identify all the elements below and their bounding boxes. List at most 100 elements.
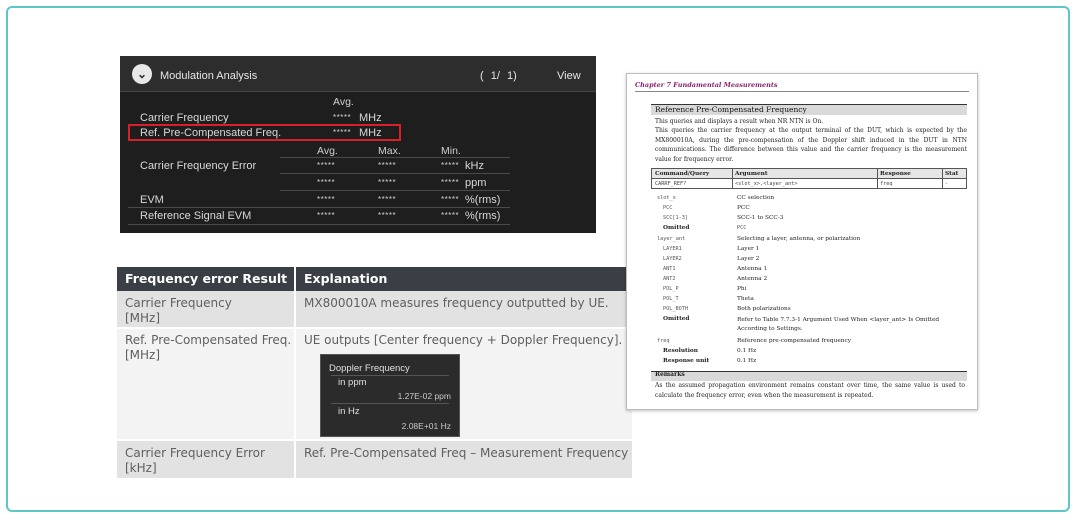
cmd-cell: <slot_x>,<layer_ant> bbox=[735, 181, 798, 187]
param-name: ANT2 bbox=[663, 276, 676, 282]
row-max-value: ***** bbox=[378, 161, 397, 170]
param-desc: Antenna 1 bbox=[737, 266, 768, 272]
table-row-explanation: MX800010A measures frequency outputted b… bbox=[304, 296, 609, 310]
carrier-frequency-value: ***** bbox=[333, 113, 352, 122]
param-name: LAYER2 bbox=[663, 256, 682, 262]
row-min-value: ***** bbox=[441, 195, 460, 204]
page-current: 1/ bbox=[490, 70, 500, 82]
view-button[interactable]: View bbox=[557, 70, 581, 82]
cmd-header: Argument bbox=[732, 169, 877, 179]
ref-precomp-label: Ref. Pre-Compensated Freq. bbox=[140, 127, 282, 139]
divider bbox=[635, 91, 969, 92]
row-min-value: ***** bbox=[441, 211, 460, 220]
table-row-explanation: Ref. Pre-Compensated Freq – Measurement … bbox=[304, 446, 629, 460]
row-max-value: ***** bbox=[378, 195, 397, 204]
param-desc: Selecting a layer, antenna, or polarizat… bbox=[737, 236, 861, 242]
param-name: Response unit bbox=[663, 358, 710, 364]
param-desc: Layer 1 bbox=[737, 246, 760, 252]
row-avg-value: ***** bbox=[317, 195, 336, 204]
row-unit: %(rms) bbox=[465, 210, 501, 222]
cmd-cell: - bbox=[945, 181, 949, 187]
column-divider bbox=[294, 267, 296, 478]
row-divider bbox=[117, 439, 632, 441]
divider bbox=[280, 173, 510, 174]
param-desc: Both polarizations bbox=[737, 306, 791, 312]
paragraph: This queries the carrier frequency at th… bbox=[655, 127, 967, 164]
param-name: LAYER1 bbox=[663, 246, 682, 252]
command-table: Command/Query Argument Response Stat CAR… bbox=[651, 168, 967, 189]
max-col-header: Max. bbox=[378, 145, 401, 157]
remarks-title: Remarks bbox=[655, 371, 685, 378]
param-desc: CC selection bbox=[737, 195, 775, 201]
carrier-frequency-label: Carrier Frequency bbox=[140, 112, 229, 124]
row-unit: ppm bbox=[465, 177, 487, 189]
divider bbox=[280, 157, 510, 158]
param-name: SCC[1-3] bbox=[663, 215, 688, 221]
section-title: Reference Pre-Compensated Frequency bbox=[655, 105, 807, 114]
row-avg-value: ***** bbox=[317, 161, 336, 170]
page-indicator: ( 1/ 1) bbox=[480, 70, 517, 82]
divider bbox=[280, 190, 510, 191]
panel-title: Modulation Analysis bbox=[160, 70, 258, 82]
table-row-result: Ref. Pre-Compensated Freq. [MHz] bbox=[125, 333, 292, 362]
min-col-header: Min. bbox=[441, 145, 461, 157]
param-name: slot_x bbox=[657, 195, 676, 201]
divider bbox=[877, 169, 878, 188]
param-desc: Reference pre-compensated frequency bbox=[737, 338, 852, 344]
param-desc: SCC-1 to SCC-3 bbox=[737, 215, 784, 221]
param-name: POL_P bbox=[663, 286, 679, 292]
divider bbox=[331, 375, 449, 376]
row-max-value: ***** bbox=[378, 178, 397, 187]
doppler-ppm-value: 1.27E-02 ppm bbox=[397, 391, 451, 401]
row-unit: kHz bbox=[465, 160, 484, 172]
param-name: PCC bbox=[663, 205, 673, 211]
manual-page: Chapter 7 Fundamental Measurements Refer… bbox=[626, 73, 978, 410]
doppler-ppm-label: in ppm bbox=[338, 377, 367, 388]
divider bbox=[331, 403, 449, 404]
doppler-title: Doppler Frequency bbox=[329, 363, 410, 374]
panel-header: ⌄ Modulation Analysis ( 1/ 1) View bbox=[120, 56, 596, 92]
collapse-chevron-icon[interactable]: ⌄ bbox=[132, 64, 152, 84]
cmd-cell: CARRF_REF? bbox=[655, 181, 687, 187]
row-min-value: ***** bbox=[441, 161, 460, 170]
row-min-value: ***** bbox=[441, 178, 460, 187]
remarks-bar bbox=[651, 371, 967, 381]
evm-label: EVM bbox=[140, 194, 164, 206]
modulation-analysis-panel: ⌄ Modulation Analysis ( 1/ 1) View Avg. … bbox=[120, 56, 596, 233]
table-row-result: Carrier Frequency Error [kHz] bbox=[125, 446, 265, 475]
cmd-header: Response bbox=[877, 169, 942, 179]
avg-header: Avg. bbox=[333, 96, 354, 108]
remarks-text: As the assumed propagation environment r… bbox=[655, 382, 965, 399]
cmd-header: Command/Query bbox=[652, 169, 732, 179]
param-name: Omitted bbox=[663, 316, 690, 322]
param-desc: Layer 2 bbox=[737, 256, 760, 262]
ref-precomp-unit: MHz bbox=[359, 127, 382, 139]
cmd-header: Stat bbox=[942, 169, 966, 179]
row-unit: %(rms) bbox=[465, 194, 501, 206]
param-desc: Refer to Table 7.7.3-1 Argument Used Whe… bbox=[737, 317, 940, 332]
param-name: POL_BOTH bbox=[663, 306, 688, 312]
param-name: freq bbox=[657, 338, 670, 344]
carrier-freq-error-label: Carrier Frequency Error bbox=[140, 160, 257, 172]
param-name: ANT1 bbox=[663, 266, 676, 272]
cmd-cell: freq bbox=[880, 181, 893, 187]
param-desc: Theta bbox=[737, 296, 754, 302]
row-max-value: ***** bbox=[378, 211, 397, 220]
row-divider bbox=[117, 327, 632, 329]
param-desc: Phi bbox=[737, 286, 747, 292]
reference-signal-evm-label: Reference Signal EVM bbox=[140, 210, 252, 222]
divider bbox=[732, 169, 733, 188]
chapter-heading: Chapter 7 Fundamental Measurements bbox=[635, 81, 778, 89]
param-name: Omitted bbox=[663, 225, 690, 231]
divider bbox=[942, 169, 943, 188]
table-row-result: Carrier Frequency [MHz] bbox=[125, 296, 232, 325]
doppler-hz-value: 2.08E+01 Hz bbox=[401, 421, 451, 431]
param-desc: PCC bbox=[737, 205, 750, 211]
avg-col-header: Avg. bbox=[317, 145, 338, 157]
row-avg-value: ***** bbox=[317, 178, 336, 187]
param-name: Resolution bbox=[663, 348, 699, 354]
doppler-frequency-inset: Doppler Frequency in ppm 1.27E-02 ppm in… bbox=[320, 354, 460, 437]
table-row-explanation: UE outputs [Center frequency + Doppler F… bbox=[304, 333, 623, 347]
divider bbox=[128, 224, 510, 225]
page-open: ( bbox=[480, 70, 484, 82]
